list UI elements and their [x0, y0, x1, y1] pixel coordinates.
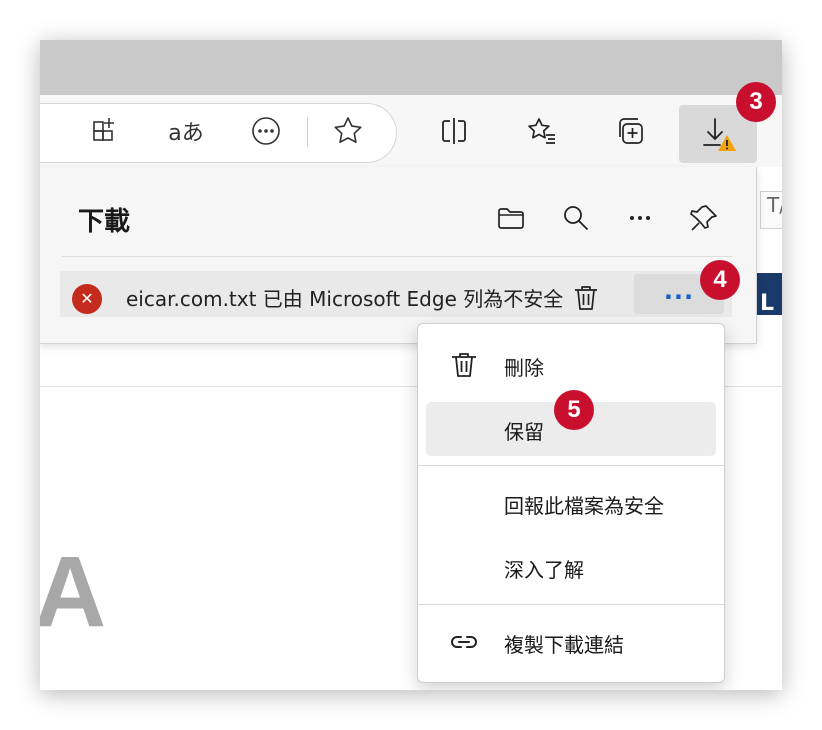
read-aloud-glyph: aあ: [168, 121, 204, 146]
callout-badge-3: 3: [736, 82, 776, 122]
downloads-warning-icon: [699, 115, 739, 155]
menu-item-report-safe[interactable]: 回報此檔案為安全: [426, 476, 716, 530]
favorites-list-icon[interactable]: [524, 113, 560, 149]
browser-toolbar: aあ: [40, 95, 782, 167]
menu-item-label: 深入了解: [504, 558, 584, 582]
pin-icon[interactable]: [687, 201, 721, 235]
page-banner-fragment: L: [760, 291, 775, 316]
menu-item-learn-more[interactable]: 深入了解: [426, 540, 716, 594]
favorite-star-icon[interactable]: [330, 113, 366, 149]
read-aloud-icon[interactable]: aあ: [168, 113, 204, 149]
page-header-fragment: T/: [767, 193, 782, 217]
panel-divider: [62, 256, 732, 257]
apps-grid-icon[interactable]: [88, 113, 124, 149]
delete-item-icon[interactable]: [570, 282, 602, 314]
more-icon[interactable]: [623, 201, 657, 235]
menu-item-label: 回報此檔案為安全: [504, 494, 664, 518]
search-icon[interactable]: [559, 201, 593, 235]
toolbar-separator: [307, 117, 308, 147]
collections-icon[interactable]: [612, 113, 648, 149]
download-item[interactable]: ✕ eicar.com.txt 已由 Microsoft Edge 列為不安全 …: [60, 271, 732, 317]
menu-item-label: 保留: [504, 420, 544, 444]
downloads-panel: 下載 ✕ eicar.com.txt 已由 Microsoft Edge 列為不…: [40, 167, 757, 344]
title-bar: [40, 40, 782, 95]
folder-icon[interactable]: [494, 201, 528, 235]
download-item-text: eicar.com.txt 已由 Microsoft Edge 列為不安全: [126, 287, 564, 311]
menu-item-label: 刪除: [504, 356, 544, 380]
link-icon: [448, 626, 480, 658]
menu-separator: [418, 604, 724, 605]
browser-window: aあ T L A 下載 ✕ eicar.com.txt 已由 Microsoft…: [40, 40, 782, 690]
downloads-panel-title: 下載: [78, 207, 131, 237]
callout-badge-5: 5: [554, 390, 594, 430]
split-screen-icon[interactable]: [436, 113, 472, 149]
error-icon: ✕: [72, 284, 102, 314]
menu-item-copy-link[interactable]: 複製下載連結: [426, 615, 716, 669]
more-circle-icon[interactable]: [248, 113, 284, 149]
menu-item-delete[interactable]: 刪除: [426, 338, 716, 392]
page-heading-fragment: A: [40, 536, 106, 648]
trash-icon: [448, 349, 480, 381]
menu-separator: [418, 465, 724, 466]
callout-badge-4: 4: [700, 260, 740, 300]
menu-item-label: 複製下載連結: [504, 633, 624, 657]
download-context-menu: 刪除 保留 回報此檔案為安全 深入了解 複製下載連結: [417, 323, 725, 683]
